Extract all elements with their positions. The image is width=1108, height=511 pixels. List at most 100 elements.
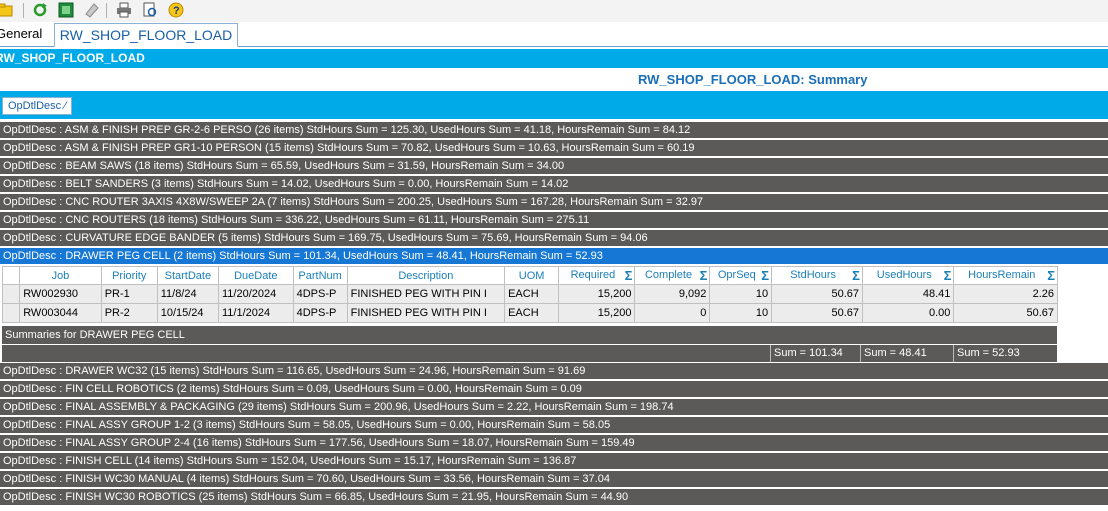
column-header-label: StartDate (164, 269, 212, 282)
group-row[interactable]: OpDtlDesc : FIN CELL ROBOTICS (2 items) … (0, 381, 1108, 398)
cell-oprseq[interactable]: 10 (709, 284, 773, 304)
eraser-icon[interactable] (84, 2, 100, 18)
cell-priority[interactable]: PR-2 (100, 303, 158, 323)
cell-usedhours[interactable]: 0.00 (861, 303, 955, 323)
sum-icon[interactable]: Σ (944, 268, 952, 283)
cell-hoursremain[interactable]: 50.67 (953, 303, 1058, 323)
column-header-required[interactable]: Required Σ (558, 266, 636, 285)
column-header-label: Required (570, 268, 616, 281)
toolbar: ? (0, 0, 1108, 23)
cell-complete[interactable]: 0 (634, 303, 711, 323)
svg-text:?: ? (173, 5, 180, 17)
table-row[interactable]: RW003044 PR-2 10/15/24 11/1/2024 4DPS-P FINIS… (1, 303, 1058, 323)
column-header-uom[interactable]: UOM (504, 266, 560, 285)
group-row[interactable]: OpDtlDesc : ASM & FINISH PREP GR-2-6 PER… (0, 122, 1108, 139)
table-row[interactable]: RW002930 PR-1 11/8/24 11/20/2024 4DPS-P FINIS… (1, 284, 1058, 304)
summary-row: Sum = 101.34 Sum = 48.41 Sum = 52.93 (2, 345, 1057, 362)
column-header-label: HoursRemain (968, 268, 1036, 281)
summary-header: RW_SHOP_FLOOR_LOAD: Summary (0, 70, 1108, 90)
column-header-description[interactable]: Description (346, 266, 506, 285)
column-header-duedate[interactable]: DueDate (217, 266, 294, 285)
usedhours-sum: Sum = 48.41 (860, 345, 952, 362)
report-title: RW_SHOP_FLOOR_LOAD (0, 51, 145, 65)
column-header-startdate[interactable]: StartDate (156, 266, 219, 285)
group-row[interactable]: OpDtlDesc : DRAWER WC32 (15 items) StdHo… (0, 363, 1108, 380)
cell-priority[interactable]: PR-1 (100, 284, 158, 304)
group-row[interactable]: OpDtlDesc : BELT SANDERS (3 items) StdHo… (0, 176, 1108, 193)
cell-required[interactable]: 15,200 (558, 303, 636, 323)
column-header-label: Job (51, 269, 70, 282)
sum-icon[interactable]: Σ (700, 268, 708, 283)
column-header-oprseq[interactable]: OprSeq Σ (709, 266, 773, 285)
sum-icon[interactable]: Σ (852, 268, 860, 283)
column-header-complete[interactable]: Complete Σ (634, 266, 711, 285)
cell-complete[interactable]: 9,092 (634, 284, 711, 304)
report-title-bar: RW_SHOP_FLOOR_LOAD (0, 49, 1108, 68)
cell-usedhours[interactable]: 48.41 (861, 284, 955, 304)
cell-uom[interactable]: EACH (504, 284, 560, 304)
cell-job[interactable]: RW002930 (19, 284, 102, 304)
column-header-label: UsedHours (876, 268, 932, 281)
group-by-panel: OpDtlDesc ⁄ (0, 91, 1108, 119)
column-header-hoursremain[interactable]: HoursRemain Σ (953, 266, 1058, 285)
column-header-job[interactable]: Job (19, 266, 102, 285)
group-row[interactable]: OpDtlDesc : FINAL ASSY GROUP 1-2 (3 item… (0, 417, 1108, 434)
column-header-label: PartNum (298, 269, 342, 282)
cell-job[interactable]: RW003044 (19, 303, 102, 323)
tab-rw-shop-floor-load[interactable]: RW_SHOP_FLOOR_LOAD (54, 23, 238, 47)
cell-partnum[interactable]: 4DPS-P (292, 303, 348, 323)
group-row[interactable]: OpDtlDesc : CNC ROUTERS (18 items) StdHo… (0, 212, 1108, 229)
cell-partnum[interactable]: 4DPS-P (292, 284, 348, 304)
column-header-label: OprSeq (717, 268, 756, 281)
cell-stdhours[interactable]: 50.67 (771, 284, 863, 304)
column-header-priority[interactable]: Priority (100, 266, 158, 285)
group-row[interactable]: OpDtlDesc : FINISH CELL (14 items) StdHo… (0, 453, 1108, 470)
refresh-icon[interactable] (32, 2, 48, 18)
group-row[interactable]: OpDtlDesc : FINAL ASSY GROUP 2-4 (16 ite… (0, 435, 1108, 452)
cell-duedate[interactable]: 11/1/2024 (217, 303, 294, 323)
cell-duedate[interactable]: 11/20/2024 (217, 284, 294, 304)
cell-stdhours[interactable]: 50.67 (771, 303, 863, 323)
hoursremain-sum: Sum = 52.93 (953, 345, 1057, 362)
column-header-partnum[interactable]: PartNum (292, 266, 348, 285)
row-indicator-header (1, 266, 21, 285)
cell-startdate[interactable]: 11/8/24 (156, 284, 219, 304)
group-row[interactable]: OpDtlDesc : CNC ROUTER 3AXIS 4X8W/SWEEP … (0, 194, 1108, 211)
group-row[interactable]: OpDtlDesc : ASM & FINISH PREP GR1-10 PER… (0, 140, 1108, 157)
column-header-label: Description (398, 269, 454, 282)
tab-general[interactable]: General (0, 23, 46, 45)
column-header-label: DueDate (234, 269, 278, 282)
column-header-stdhours[interactable]: StdHours Σ (771, 266, 863, 285)
column-header-label: StdHours (790, 268, 837, 281)
group-row-selected[interactable]: OpDtlDesc : DRAWER PEG CELL (2 items) St… (0, 248, 1108, 265)
cell-description[interactable]: FINISHED PEG WITH PIN I (346, 284, 506, 304)
cell-required[interactable]: 15,200 (558, 284, 636, 304)
row-indicator[interactable] (1, 303, 21, 323)
group-row[interactable]: OpDtlDesc : CURVATURE EDGE BANDER (5 ite… (0, 230, 1108, 247)
group-by-chip-opdtldesc[interactable]: OpDtlDesc ⁄ (2, 97, 73, 115)
summary-title: RW_SHOP_FLOOR_LOAD: Summary (638, 72, 868, 87)
table-header-row: Job Priority StartDate DueDate PartNum Descri… (1, 266, 1058, 285)
excel-icon[interactable] (58, 2, 74, 18)
print-icon[interactable] (116, 2, 132, 18)
column-header-label: UOM (518, 269, 545, 282)
help-icon[interactable]: ? (168, 2, 184, 18)
cell-oprseq[interactable]: 10 (709, 303, 773, 323)
group-row[interactable]: OpDtlDesc : BEAM SAWS (18 items) StdHour… (0, 158, 1108, 175)
sum-icon[interactable]: Σ (625, 268, 633, 283)
row-indicator[interactable] (1, 284, 21, 304)
print-preview-icon[interactable] (142, 2, 158, 18)
cell-hoursremain[interactable]: 2.26 (953, 284, 1058, 304)
cell-description[interactable]: FINISHED PEG WITH PIN I (346, 303, 506, 323)
column-header-usedhours[interactable]: UsedHours Σ (861, 266, 955, 285)
sum-icon[interactable]: Σ (1047, 268, 1055, 283)
column-header-label: Priority (112, 269, 147, 282)
group-row[interactable]: OpDtlDesc : FINISH WC30 ROBOTICS (25 ite… (0, 489, 1108, 506)
folder-icon[interactable] (0, 2, 14, 18)
summaries-label: Summaries for DRAWER PEG CELL (2, 326, 1057, 344)
group-row[interactable]: OpDtlDesc : FINAL ASSEMBLY & PACKAGING (… (0, 399, 1108, 416)
sum-icon[interactable]: Σ (761, 268, 769, 283)
group-row[interactable]: OpDtlDesc : FINISH WC30 MANUAL (4 items)… (0, 471, 1108, 488)
cell-uom[interactable]: EACH (504, 303, 560, 323)
cell-startdate[interactable]: 10/15/24 (156, 303, 219, 323)
